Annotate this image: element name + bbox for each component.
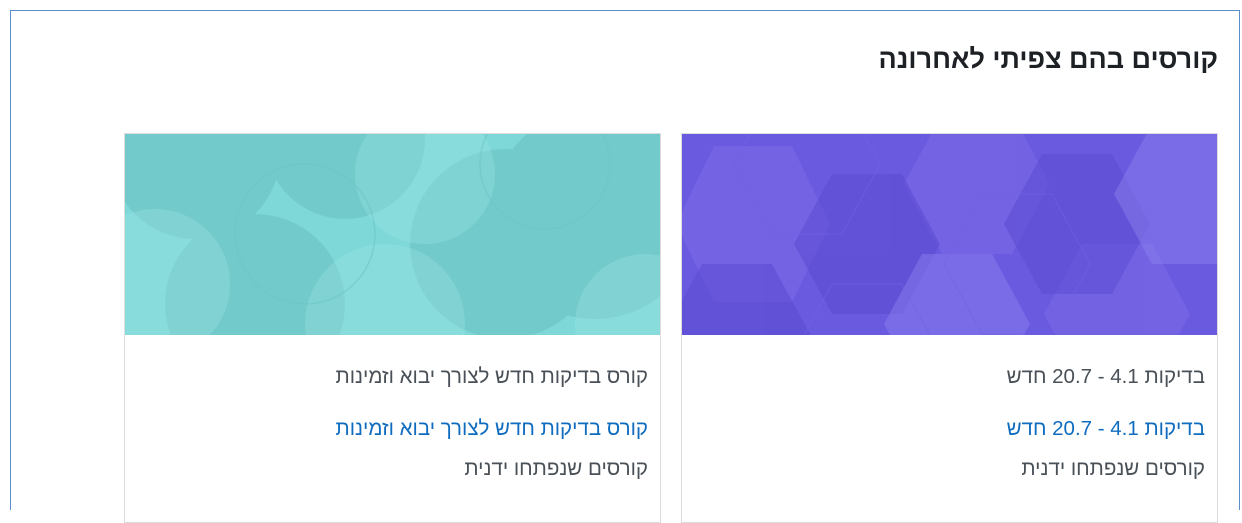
course-category: קורס בדיקות חדש לצורך יבוא וזמינות xyxy=(335,365,648,388)
course-category: בדיקות 4.1 - 20.7 חדש xyxy=(1006,365,1205,388)
course-type: קורסים שנפתחו ידנית xyxy=(1021,457,1205,480)
course-image[interactable] xyxy=(682,134,1217,335)
course-type: קורסים שנפתחו ידנית xyxy=(464,457,648,480)
course-name-link[interactable]: קורס בדיקות חדש לצורך יבוא וזמינות xyxy=(336,417,648,441)
course-name-link[interactable]: בדיקות 4.1 - 20.7 חדש xyxy=(1007,417,1205,441)
block-title: קורסים בהם צפיתי לאחרונה xyxy=(878,44,1218,74)
course-image[interactable] xyxy=(125,134,660,335)
course-card[interactable]: בדיקות 4.1 - 20.7 חדש בדיקות 4.1 - 20.7 … xyxy=(681,133,1218,523)
course-card[interactable]: קורס בדיקות חדש לצורך יבוא וזמינות קורס … xyxy=(124,133,661,523)
recently-accessed-courses-block: קורסים בהם צפיתי לאחרונה בדיקות 4.1 - 20… xyxy=(10,10,1240,523)
